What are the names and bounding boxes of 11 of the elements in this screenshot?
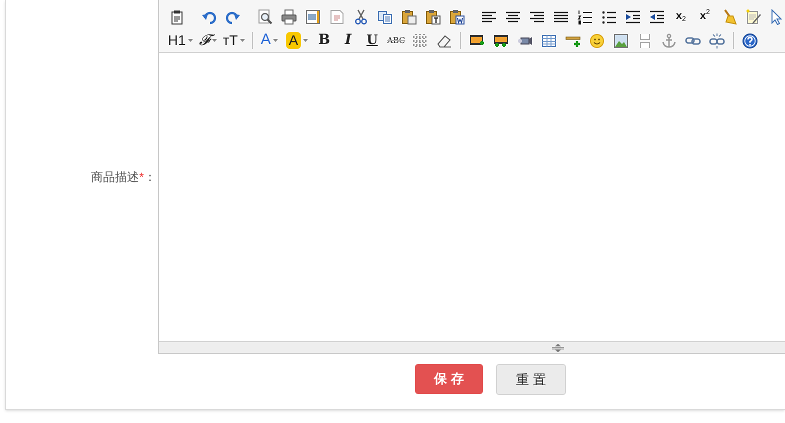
font-family-dropdown[interactable]: 𝓕 bbox=[196, 30, 220, 52]
heading-dropdown[interactable]: H1 bbox=[164, 30, 196, 52]
underline-button[interactable]: U bbox=[360, 30, 384, 52]
highlight-dropdown[interactable]: A bbox=[282, 30, 312, 52]
font-size-dropdown[interactable]: тT bbox=[220, 30, 248, 52]
bold-button[interactable]: B bbox=[312, 30, 336, 52]
italic-button[interactable]: I bbox=[336, 30, 360, 52]
reset-button[interactable]: 重 置 bbox=[496, 364, 566, 395]
save-button[interactable]: 保 存 bbox=[415, 364, 483, 394]
field-label: 商品描述*： bbox=[91, 169, 156, 186]
font-color-dropdown[interactable]: A bbox=[256, 30, 282, 52]
